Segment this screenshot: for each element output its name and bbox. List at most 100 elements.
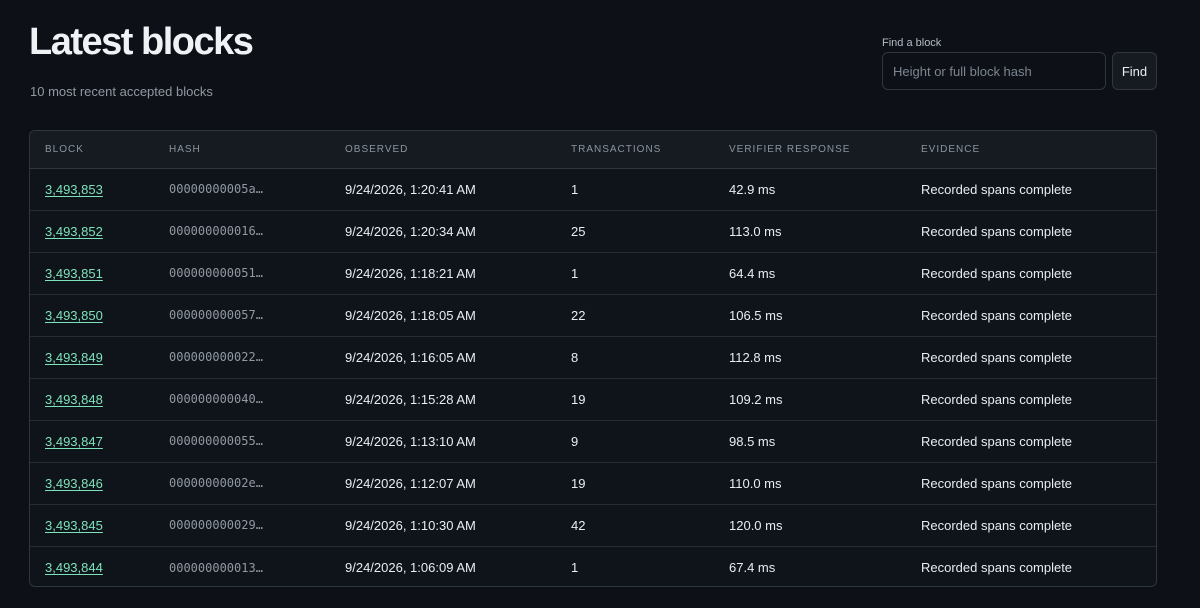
table-header-row: BLOCK HASH OBSERVED TRANSACTIONS VERIFIE…: [30, 131, 1156, 169]
block-link[interactable]: 3,493,853: [45, 182, 103, 197]
transactions-cell: 19: [556, 377, 714, 420]
verifier-response-cell: 113.0 ms: [714, 209, 906, 252]
evidence-cell: Recorded spans complete: [906, 545, 1156, 586]
blocks-table-container: BLOCK HASH OBSERVED TRANSACTIONS VERIFIE…: [29, 130, 1157, 587]
verifier-response-cell: 106.5 ms: [714, 293, 906, 336]
observed-cell: 9/24/2026, 1:06:09 AM: [330, 545, 556, 586]
block-hash: 000000000051…: [169, 266, 263, 281]
block-link[interactable]: 3,493,844: [45, 560, 103, 575]
table-row: 3,493,852 000000000016… 9/24/2026, 1:20:34…: [30, 209, 1156, 252]
block-hash-cell: 000000000051…: [154, 251, 330, 294]
block-hash-cell: 000000000040…: [154, 377, 330, 420]
column-header-evidence: EVIDENCE: [906, 131, 1156, 169]
transactions-cell: 1: [556, 251, 714, 294]
block-hash: 000000000029…: [169, 518, 263, 533]
block-hash: 00000000005a…: [169, 182, 263, 197]
evidence-cell: Recorded spans complete: [906, 419, 1156, 462]
block-height-cell: 3,493,848: [30, 377, 154, 420]
table-row: 3,493,848 000000000040… 9/24/2026, 1:15:28…: [30, 377, 1156, 420]
block-link[interactable]: 3,493,852: [45, 224, 103, 239]
block-hash-cell: 00000000002e…: [154, 461, 330, 504]
block-link[interactable]: 3,493,846: [45, 476, 103, 491]
block-link[interactable]: 3,493,845: [45, 518, 103, 533]
block-link[interactable]: 3,493,850: [45, 308, 103, 323]
observed-cell: 9/24/2026, 1:20:41 AM: [345, 181, 476, 197]
verifier-response-cell: 67.4 ms: [714, 545, 906, 586]
block-link[interactable]: 3,493,851: [45, 266, 103, 281]
transactions-cell: 42: [556, 503, 714, 546]
block-hash: 00000000002e…: [169, 476, 263, 491]
block-hash-cell: 000000000016…: [154, 209, 330, 252]
verifier-response-cell: 120.0 ms: [714, 503, 906, 546]
block-hash: 000000000016…: [169, 224, 263, 239]
evidence-cell: Recorded spans complete: [906, 293, 1156, 336]
find-button[interactable]: Find: [1112, 52, 1157, 90]
block-height-cell: 3,493,849: [30, 335, 154, 378]
column-header-transactions: TRANSACTIONS: [556, 131, 714, 169]
verifier-response-cell: 98.5 ms: [714, 419, 906, 462]
verifier-response-cell: 42.9 ms: [729, 181, 776, 197]
find-block-label: Find a block: [882, 37, 942, 49]
column-header-verifier-response: VERIFIER RESPONSE: [714, 131, 906, 169]
column-header-observed: OBSERVED: [330, 131, 556, 169]
block-height-cell: 3,493,846: [30, 461, 154, 504]
blocks-table: BLOCK HASH OBSERVED TRANSACTIONS VERIFIE…: [30, 131, 1156, 586]
block-height-cell: 3,493,850: [30, 293, 154, 336]
table-row: 3,493,847 000000000055… 9/24/2026, 1:13:10…: [30, 419, 1156, 462]
evidence-cell: Recorded spans complete: [906, 461, 1156, 504]
block-hash-cell: 000000000057…: [154, 293, 330, 336]
transactions-cell: 8: [556, 335, 714, 378]
observed-cell: 9/24/2026, 1:13:10 AM: [330, 419, 556, 462]
block-height-cell: 3,493,844: [30, 545, 154, 586]
block-hash: 000000000057…: [169, 308, 263, 323]
block-hash-cell: 000000000022…: [154, 335, 330, 378]
page-title: Latest blocks: [29, 21, 254, 63]
table-row: 3,493,851 000000000051… 9/24/2026, 1:18:21…: [30, 251, 1156, 294]
table-row: 3,493,853 00000000005a… 9/24/2026, 1:20:41…: [30, 168, 1156, 210]
observed-cell: 9/24/2026, 1:18:21 AM: [330, 251, 556, 294]
block-height-cell: 3,493,851: [30, 251, 154, 294]
block-hash: 000000000040…: [169, 392, 263, 407]
observed-cell: 9/24/2026, 1:18:05 AM: [330, 293, 556, 336]
block-hash-cell: 000000000055…: [154, 419, 330, 462]
block-link[interactable]: 3,493,849: [45, 350, 103, 365]
block-height-cell: 3,493,845: [30, 503, 154, 546]
evidence-cell: Recorded spans complete: [906, 209, 1156, 252]
observed-cell: 9/24/2026, 1:15:28 AM: [330, 377, 556, 420]
transactions-cell: 25: [556, 209, 714, 252]
table-row: 3,493,844 000000000013… 9/24/2026, 1:06:09…: [30, 545, 1156, 586]
evidence-cell: Recorded spans complete: [906, 503, 1156, 546]
block-link[interactable]: 3,493,848: [45, 392, 103, 407]
evidence-cell: Recorded spans complete: [921, 181, 1073, 197]
block-height-cell: 3,493,847: [30, 419, 154, 462]
observed-cell: 9/24/2026, 1:16:05 AM: [330, 335, 556, 378]
table-row: 3,493,846 00000000002e… 9/24/2026, 1:12:07…: [30, 461, 1156, 504]
verifier-response-cell: 110.0 ms: [714, 461, 906, 504]
transactions-cell: 22: [556, 293, 714, 336]
observed-cell: 9/24/2026, 1:10:30 AM: [330, 503, 556, 546]
block-search-input[interactable]: [882, 52, 1106, 90]
block-link[interactable]: 3,493,847: [45, 434, 103, 449]
transactions-cell: 1: [556, 545, 714, 586]
block-hash-cell: 000000000029…: [154, 503, 330, 546]
verifier-response-cell: 109.2 ms: [714, 377, 906, 420]
column-header-block: BLOCK: [30, 131, 154, 169]
table-row: 3,493,849 000000000022… 9/24/2026, 1:16:05…: [30, 335, 1156, 378]
transactions-cell: 9: [556, 419, 714, 462]
block-hash: 000000000022…: [169, 350, 263, 365]
transactions-cell: 1: [571, 181, 579, 197]
evidence-cell: Recorded spans complete: [906, 251, 1156, 294]
block-height-cell: 3,493,852: [30, 209, 154, 252]
column-header-hash: HASH: [154, 131, 330, 169]
evidence-cell: Recorded spans complete: [906, 335, 1156, 378]
observed-cell: 9/24/2026, 1:12:07 AM: [330, 461, 556, 504]
evidence-cell: Recorded spans complete: [906, 377, 1156, 420]
verifier-response-cell: 112.8 ms: [714, 335, 906, 378]
table-row: 3,493,845 000000000029… 9/24/2026, 1:10:30…: [30, 503, 1156, 546]
block-hash: 000000000013…: [169, 560, 263, 575]
block-hash-cell: 000000000013…: [154, 545, 330, 586]
block-hash-cell: 00000000005a…: [154, 168, 330, 210]
page-subtitle: 10 most recent accepted blocks: [30, 84, 213, 99]
verifier-response-cell: 64.4 ms: [714, 251, 906, 294]
transactions-cell: 19: [556, 461, 714, 504]
